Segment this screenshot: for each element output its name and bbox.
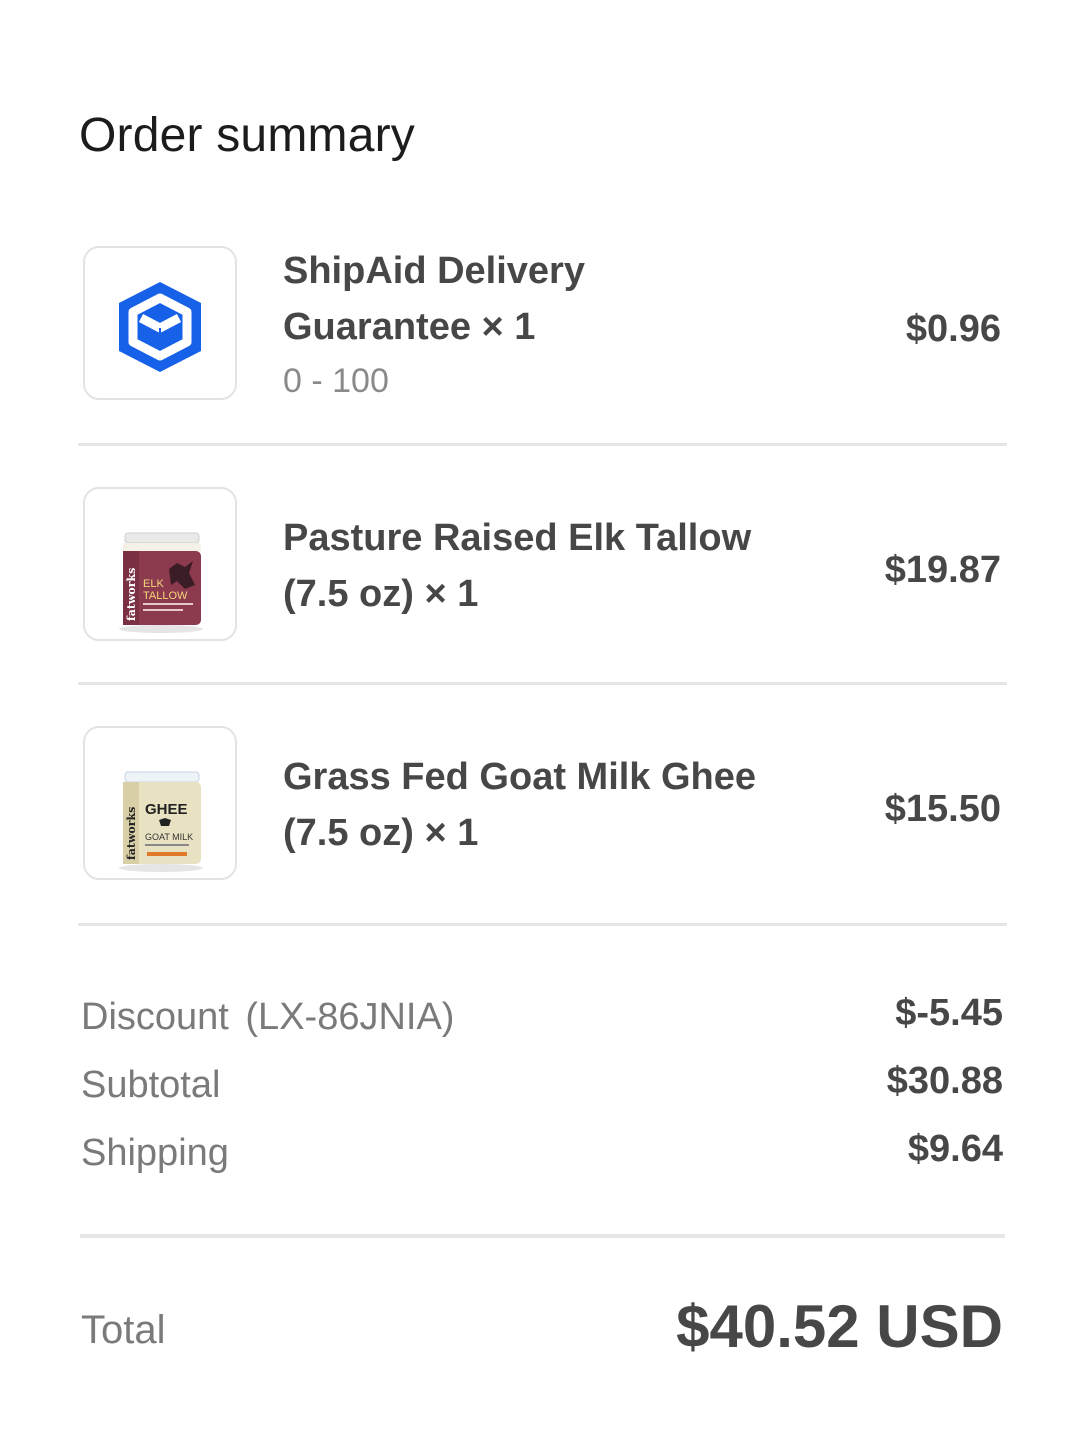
svg-text:fatworks: fatworks [125, 807, 138, 860]
shipping-value: $9.64 [907, 1128, 1003, 1170]
subtotal-label: Subtotal [81, 1064, 221, 1106]
discount-label: Discount (LX-86JNIA) [81, 996, 454, 1039]
divider [78, 682, 1007, 685]
svg-text:GOAT MILK: GOAT MILK [145, 832, 193, 842]
item-thumbnail: fatworks ELK TALLOW [83, 487, 237, 641]
divider [78, 923, 1007, 926]
item-name-line2: (7.5 oz) × 1 [283, 812, 479, 854]
divider [80, 1234, 1005, 1238]
svg-text:GHEE: GHEE [145, 801, 188, 818]
subtotal-value: $30.88 [886, 1060, 1003, 1102]
elk-tallow-jar-image: fatworks ELK TALLOW [119, 532, 203, 633]
item-thumbnail [83, 246, 237, 400]
item-name-line1: ShipAid Delivery [283, 250, 585, 292]
item-variant: 0 - 100 [283, 362, 389, 400]
svg-text:ELK: ELK [143, 578, 164, 590]
discount-code: (LX-86JNIA) [245, 996, 455, 1038]
shipaid-shield-icon [119, 282, 201, 372]
goat-milk-ghee-jar-image: fatworks GHEE GOAT MILK [119, 771, 203, 872]
svg-text:TALLOW: TALLOW [143, 590, 188, 602]
item-name-line1: Pasture Raised Elk Tallow [283, 517, 752, 559]
total-label: Total [81, 1308, 166, 1352]
item-name-line1: Grass Fed Goat Milk Ghee [283, 756, 757, 798]
item-price: $15.50 [884, 788, 1001, 830]
discount-value: $-5.45 [895, 992, 1003, 1034]
page-title: Order summary [79, 109, 415, 162]
item-price: $19.87 [884, 549, 1001, 591]
item-thumbnail: fatworks GHEE GOAT MILK [83, 726, 237, 880]
svg-text:fatworks: fatworks [125, 568, 138, 621]
divider [78, 443, 1007, 446]
total-value: $40.52 USD [676, 1293, 1003, 1360]
discount-label-text: Discount [81, 996, 229, 1038]
shipping-label: Shipping [81, 1132, 229, 1174]
item-name-line2: Guarantee × 1 [283, 306, 536, 348]
item-name-line2: (7.5 oz) × 1 [283, 573, 479, 615]
item-price: $0.96 [905, 308, 1001, 350]
